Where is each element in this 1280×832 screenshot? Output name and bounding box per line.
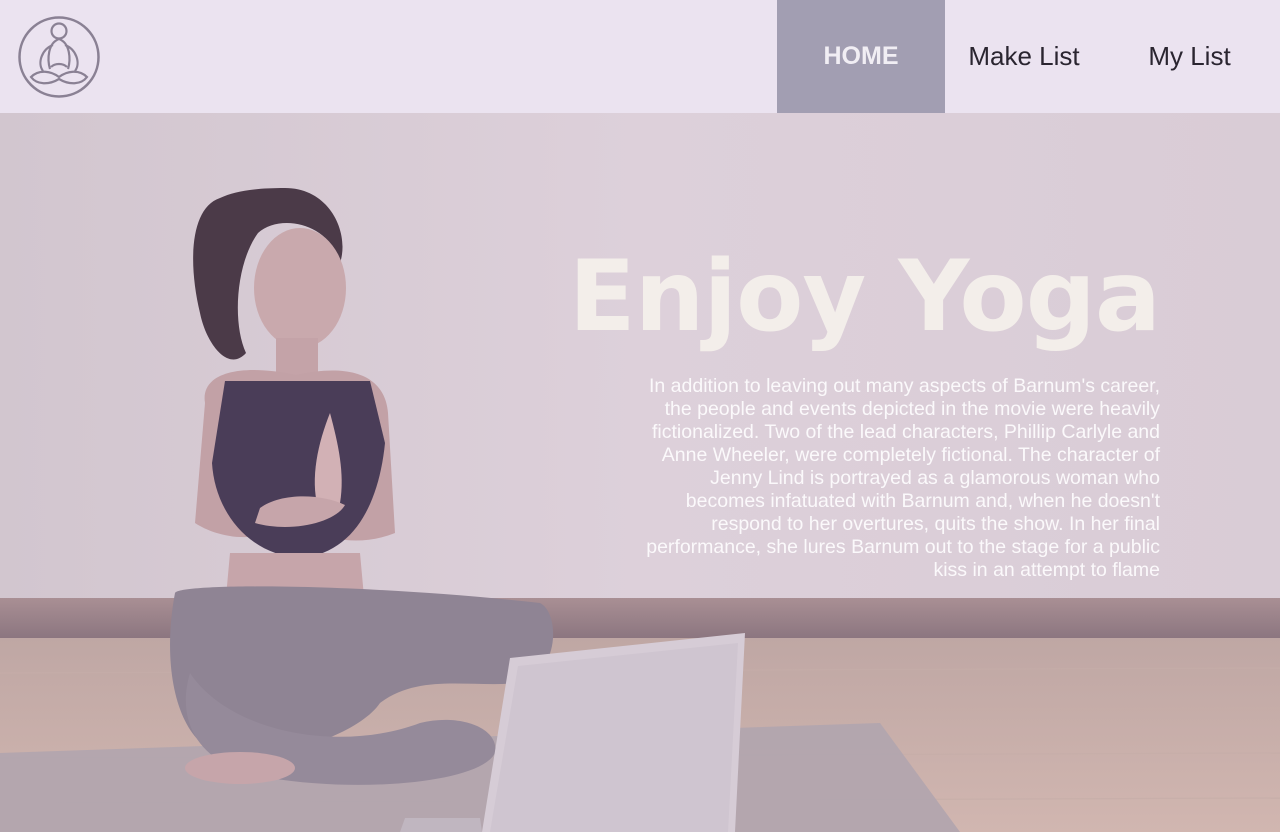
hero-title: Enjoy Yoga xyxy=(568,240,1161,354)
nav-my-list[interactable]: My List xyxy=(1103,0,1280,113)
hero-section: Enjoy Yoga In addition to leaving out ma… xyxy=(0,113,1280,832)
nav-make-list[interactable]: Make List xyxy=(945,0,1103,113)
meditation-logo-icon[interactable] xyxy=(17,15,101,99)
hero-description: In addition to leaving out many aspects … xyxy=(646,375,1160,581)
top-navbar: HOME Make List My List xyxy=(0,0,1280,113)
nav-menu: HOME Make List My List xyxy=(777,0,1280,113)
nav-home[interactable]: HOME xyxy=(777,0,945,113)
